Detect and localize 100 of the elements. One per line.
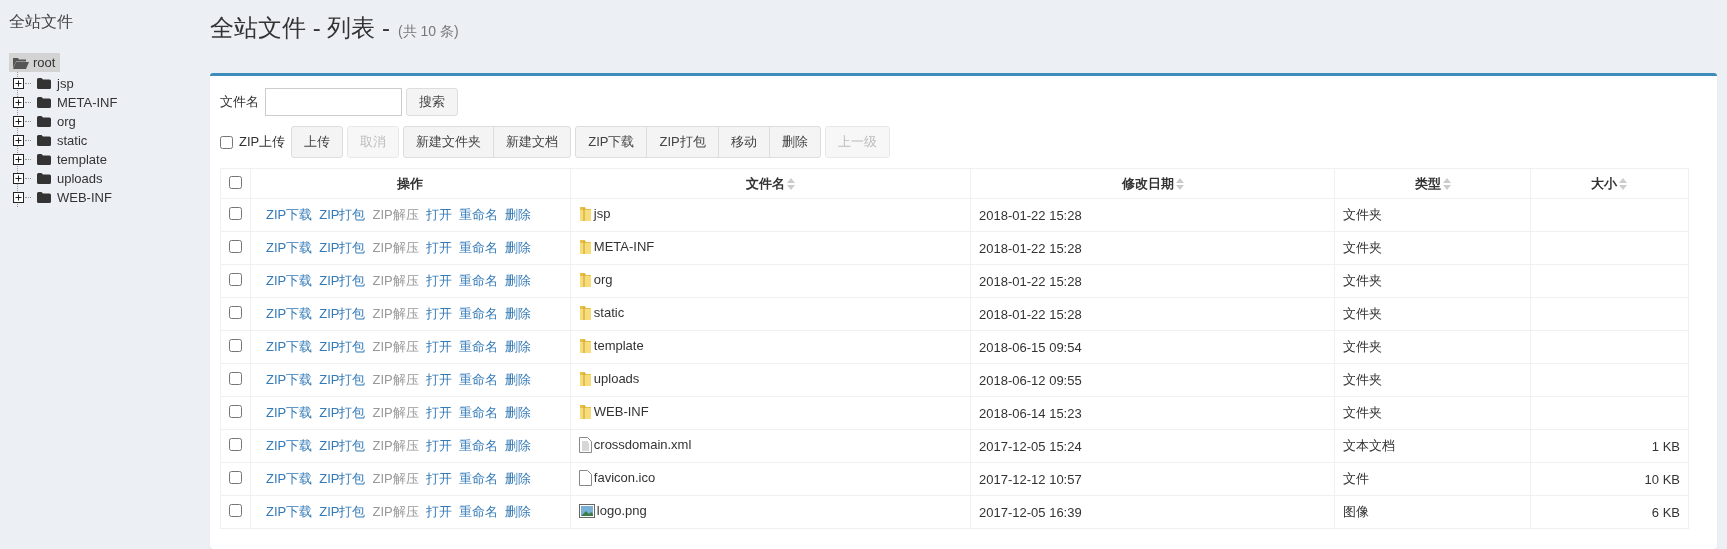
action-link[interactable]: ZIP下载 [266,371,313,389]
header-cell[interactable]: 大小 [1530,168,1689,199]
action-link[interactable]: 删除 [504,371,531,389]
column-header[interactable]: 修改日期 [1121,174,1174,193]
file-name[interactable]: static [593,305,625,320]
action-link[interactable]: ZIP打包 [319,206,366,224]
action-link[interactable]: ZIP下载 [266,239,313,257]
checkbox[interactable] [229,175,242,189]
checkbox[interactable] [229,306,242,319]
action-link[interactable]: ZIP下载 [266,503,313,521]
checkbox[interactable] [229,207,242,220]
checkbox[interactable] [229,372,242,385]
file-name[interactable]: META-INF [593,239,655,254]
checkbox[interactable] [229,240,242,253]
tree-item[interactable]: META-INF [34,94,121,111]
action-link[interactable]: 打开 [425,503,452,521]
action-link[interactable]: 删除 [504,470,531,488]
action-link[interactable]: 重命名 [458,470,498,488]
action-link[interactable]: 删除 [504,503,531,521]
action-link[interactable]: ZIP下载 [266,305,313,323]
action-link[interactable]: ZIP下载 [266,404,313,422]
search-button[interactable]: 搜索 [406,88,458,116]
action-link[interactable]: ZIP打包 [319,305,366,323]
checkbox[interactable] [229,273,242,286]
action-link[interactable]: ZIP打包 [319,338,366,356]
action-link[interactable]: ZIP打包 [319,239,366,257]
action-link[interactable]: 打开 [425,404,452,422]
plus-icon[interactable] [13,135,24,146]
action-link[interactable]: 重命名 [458,305,498,323]
action-link[interactable]: 重命名 [458,503,498,521]
file-name[interactable]: crossdomain.xml [593,437,692,452]
action-link[interactable]: 删除 [504,272,531,290]
file-name[interactable]: logo.png [596,503,647,519]
action-link[interactable]: 重命名 [458,272,498,290]
action-link[interactable]: 重命名 [458,206,498,224]
action-link[interactable]: ZIP打包 [319,437,366,455]
plus-icon[interactable] [13,154,24,165]
checkbox[interactable] [229,405,242,418]
action-link[interactable]: ZIP下载 [266,470,313,488]
header-cell[interactable]: 修改日期 [970,168,1335,199]
checkbox[interactable] [229,504,242,517]
plus-icon[interactable] [13,192,24,203]
header-cell[interactable]: 类型 [1334,168,1531,199]
tree-item[interactable]: static [34,132,91,149]
toolbar-button[interactable]: 新建文件夹 [403,126,495,158]
action-link[interactable]: 重命名 [458,371,498,389]
action-link[interactable]: 删除 [504,305,531,323]
action-link[interactable]: ZIP下载 [266,338,313,356]
checkbox[interactable] [229,339,242,352]
file-name[interactable]: jsp [593,206,611,221]
action-link[interactable]: 重命名 [458,239,498,257]
action-link[interactable]: ZIP下载 [266,206,313,224]
toolbar-button[interactable]: 上传 [291,126,344,158]
toolbar-button[interactable]: 删除 [768,126,821,158]
toolbar-button[interactable]: 移动 [717,126,770,158]
action-link[interactable]: 重命名 [458,338,498,356]
tree-item[interactable]: org [34,113,79,130]
action-link[interactable]: 打开 [425,470,452,488]
plus-icon[interactable] [13,78,24,89]
plus-icon[interactable] [13,173,24,184]
file-name[interactable]: template [593,338,644,353]
action-link[interactable]: ZIP打包 [319,272,366,290]
file-name[interactable]: uploads [593,371,640,386]
action-link[interactable]: 打开 [425,239,452,257]
action-link[interactable]: 打开 [425,272,452,290]
column-header[interactable]: 文件名 [745,174,785,193]
column-header[interactable]: 类型 [1414,174,1441,193]
file-name[interactable]: favicon.ico [593,470,656,485]
action-link[interactable]: 打开 [425,437,452,455]
toolbar-button[interactable]: ZIP打包 [646,126,719,158]
plus-icon[interactable] [13,116,24,127]
action-link[interactable]: 删除 [504,404,531,422]
action-link[interactable]: 打开 [425,338,452,356]
checkbox[interactable] [229,438,242,451]
action-link[interactable]: 删除 [504,437,531,455]
plus-icon[interactable] [13,97,24,108]
action-link[interactable]: ZIP打包 [319,371,366,389]
action-link[interactable]: 打开 [425,206,452,224]
tree-item[interactable]: WEB-INF [34,189,115,206]
action-link[interactable]: ZIP打包 [319,404,366,422]
action-link[interactable]: ZIP下载 [266,272,313,290]
action-link[interactable]: 删除 [504,239,531,257]
file-name[interactable]: WEB-INF [593,404,649,419]
checkbox[interactable] [229,471,242,484]
column-header[interactable]: 大小 [1591,174,1618,193]
action-link[interactable]: ZIP下载 [266,437,313,455]
action-link[interactable]: 打开 [425,371,452,389]
checkbox[interactable] [220,135,233,149]
file-name[interactable]: org [593,272,613,287]
action-link[interactable]: 重命名 [458,437,498,455]
tree-item[interactable]: root [9,53,61,72]
toolbar-button[interactable]: 新建文档 [493,126,572,158]
toolbar-button[interactable]: ZIP下载 [575,126,648,158]
header-cell[interactable]: 文件名 [570,168,971,199]
action-link[interactable]: 删除 [504,338,531,356]
tree-item[interactable]: jsp [34,75,77,92]
tree-item[interactable]: uploads [34,170,106,187]
filename-input[interactable] [265,88,402,116]
tree-item[interactable]: template [34,151,110,168]
action-link[interactable]: 打开 [425,305,452,323]
